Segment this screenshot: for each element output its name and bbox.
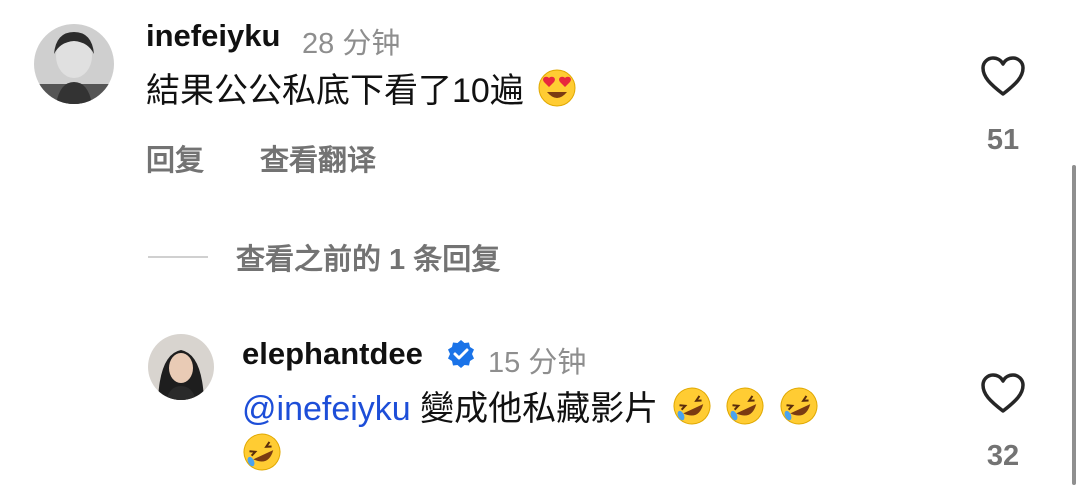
scrollbar[interactable] [1072, 165, 1076, 485]
avatar-image [34, 24, 114, 104]
avatar[interactable] [148, 334, 214, 400]
like-count: 51 [986, 124, 1020, 156]
comment-time: 28 分钟 [302, 28, 401, 60]
like-button[interactable] [980, 55, 1026, 97]
see-translation-button[interactable]: 查看翻译 [260, 137, 376, 179]
heart-eyes-emoji-icon [538, 69, 576, 107]
like-button[interactable] [980, 372, 1026, 414]
avatar[interactable] [34, 24, 114, 104]
heart-icon [981, 373, 1025, 413]
rolling-laughing-emoji-icon [673, 387, 711, 425]
reply-time: 15 分钟 [488, 347, 587, 379]
reply-username[interactable]: elephantdee [242, 336, 423, 372]
rolling-laughing-emoji-icon [726, 387, 764, 425]
avatar-image [148, 334, 214, 400]
heart-icon [981, 56, 1025, 96]
mention-link[interactable]: @inefeiyku [242, 390, 411, 428]
comment-text-row: 結果公公私底下看了10遍 [146, 68, 577, 113]
reply-text: 變成他私藏影片 [420, 390, 659, 428]
comment-text: 結果公公私底下看了10遍 [146, 72, 524, 110]
verified-icon [448, 340, 474, 368]
replies-divider [148, 256, 208, 258]
rolling-laughing-emoji-icon [243, 433, 281, 471]
reply-text-row-2 [242, 432, 282, 472]
rolling-laughing-emoji-icon [780, 387, 818, 425]
comment-username[interactable]: inefeiyku [146, 18, 280, 54]
reply-button[interactable]: 回复 [146, 137, 204, 179]
verified-badge [445, 338, 477, 370]
like-count: 32 [986, 440, 1020, 472]
reply-text-row: @inefeiyku 變成他私藏影片 [242, 386, 819, 431]
view-previous-replies-button[interactable]: 查看之前的 1 条回复 [236, 236, 500, 278]
